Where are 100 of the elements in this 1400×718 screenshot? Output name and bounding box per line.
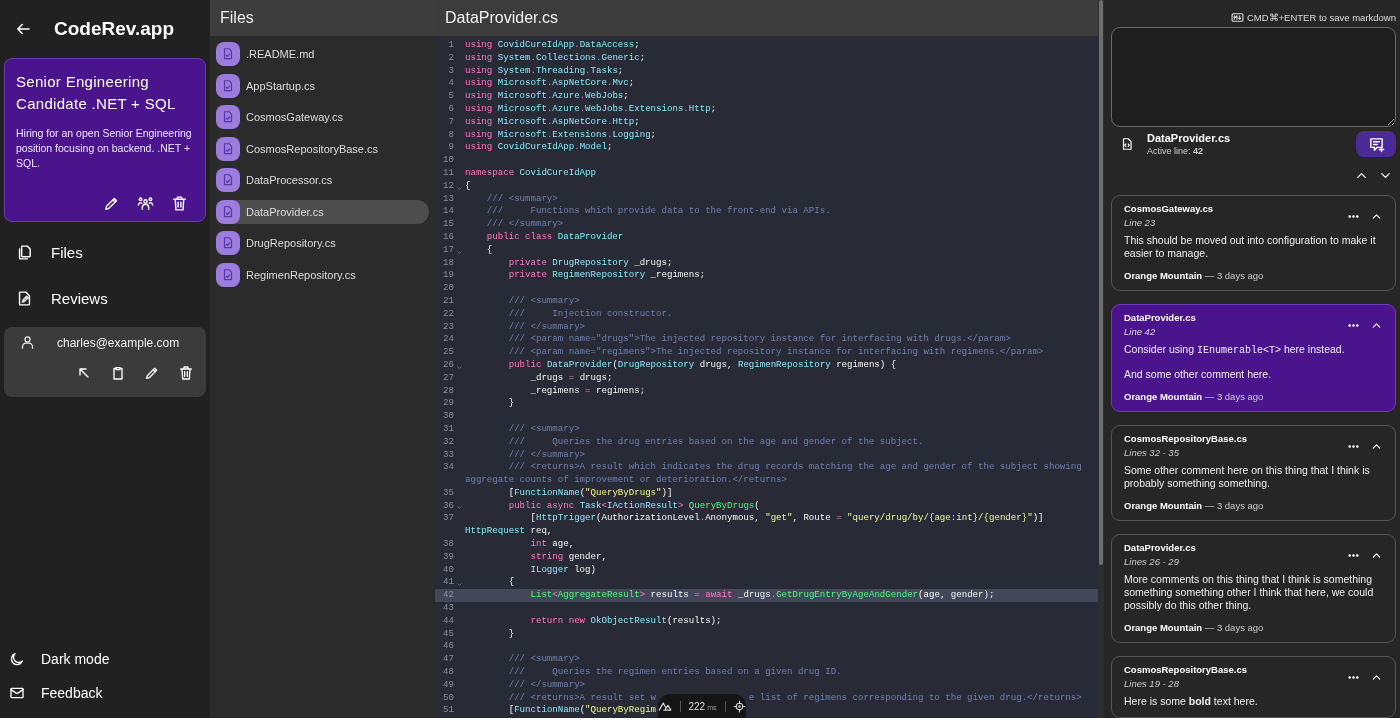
code-line: using CovidCureIdApp.Model; (465, 141, 613, 155)
document-check-icon (221, 267, 235, 282)
code-line: } (507, 397, 515, 411)
code-line: using CovidCureIdApp.DataAccess; (465, 39, 640, 52)
file-item[interactable]: RegimenRepository.cs (216, 262, 429, 287)
document-check-icon (221, 78, 235, 93)
line-number: 26 (442, 358, 454, 372)
project-description: Hiring for an open Senior Engineering position focusing on backend. .NET + SQL. (16, 126, 193, 171)
edit-button[interactable] (144, 365, 160, 381)
code-line: namespace CovidCureIdApp (465, 166, 596, 180)
code-line: /// <summary> (507, 653, 580, 667)
line-number: 38 (442, 538, 454, 551)
members-button[interactable] (137, 195, 154, 212)
line-number: 30 (442, 410, 454, 423)
code-line: [FunctionName("QueryByDrugs")] (507, 486, 673, 500)
line-number: 31 (442, 422, 454, 436)
edit-button[interactable] (103, 195, 120, 212)
line-number: 44 (442, 614, 454, 628)
file-item[interactable]: CosmosRepositoryBase.cs (216, 136, 429, 161)
shortcut-hint: CMD⌘+ENTER to save markdown (1246, 11, 1396, 23)
code-line: /// <summary> (507, 422, 580, 436)
scrollbar-thumb[interactable] (1099, 0, 1103, 565)
line-number: 37 (442, 512, 454, 526)
file-item[interactable]: DrugRepository.cs (216, 231, 429, 255)
comment-text: Consider using IEnumerable<T> here instead. (1124, 343, 1346, 357)
code-line: /// <summary> (485, 192, 558, 206)
comment-input[interactable] (1111, 26, 1396, 128)
comment-lines: Line 23 (1124, 217, 1157, 228)
comment-text: More comments on this thing that I think is something something something other I think that here, we could possibly do this other thing. (1124, 573, 1375, 612)
code-line: /// </summary> (507, 448, 586, 462)
nav-item[interactable]: Files (0, 229, 210, 275)
code-line: /// <param name="regimens">The injected repository instance for interfacing with regimens.</param> (507, 346, 1044, 359)
comment-file: CosmosGateway.cs (1124, 203, 1215, 214)
file-item[interactable]: DataProvider.cs (216, 199, 429, 224)
trash-icon (171, 195, 188, 212)
code-line: using System.Collections.Generic; (465, 51, 646, 65)
menu-item[interactable]: Dark mode (0, 642, 210, 676)
comment-card[interactable]: CosmosRepositoryBase.cs Lines 19 - 28 Here is some bold text here. (1111, 656, 1396, 718)
comment-card[interactable]: CosmosGateway.cs Line 23 This should be moved out into configuration to make it easier to manage. Orange Mountain — 3 days ago (1111, 195, 1396, 291)
code-line: /// <returns>A result set w e list of regimens corresponding to the given drug.</returns> (507, 691, 1082, 703)
line-number: 13 (442, 192, 454, 206)
line-number: 6 (447, 103, 454, 116)
code-line: /// Injection constructor. (507, 307, 673, 321)
crosshair-icon[interactable] (733, 699, 746, 713)
add-comment-button[interactable] (1356, 131, 1396, 158)
comment-author: Orange Mountain — 3 days ago (1124, 270, 1265, 281)
code-line: /// </summary> (507, 678, 586, 692)
line-number: 7 (447, 115, 454, 129)
copy-button[interactable] (110, 365, 126, 381)
file-name: DataProvider.cs (1147, 132, 1231, 145)
line-number: 47 (442, 653, 454, 667)
trash-icon (178, 365, 194, 381)
code-line: public class DataProvider (485, 230, 624, 244)
line-number: 49 (442, 678, 454, 692)
line-number: 22 (442, 307, 454, 321)
document-check-icon (221, 110, 235, 124)
line-number: 1 (447, 39, 454, 52)
comment-card[interactable]: DataProvider.cs Lines 26 - 29 More comments on this thing that I think is something something something other I think that here, we could possibly do this other thing. Orange Mountain — 3 days ago (1111, 534, 1396, 643)
mail-icon (9, 685, 25, 701)
code-line: [FunctionName("QueryByRegim (507, 704, 657, 718)
code-line: { (485, 243, 493, 257)
nav-item[interactable]: Reviews (0, 275, 210, 321)
line-number: 45 (442, 627, 454, 641)
code-line: } (507, 627, 515, 641)
line-number: 33 (442, 448, 454, 462)
code-line: _regimens = regimens; (529, 384, 646, 398)
line-number: 43 (442, 602, 454, 615)
code-line: { (465, 179, 471, 193)
comment-text: And some other comment here. (1124, 368, 1273, 381)
comment-author: Orange Mountain — 3 days ago (1124, 391, 1265, 402)
panel-title: Files (210, 0, 435, 36)
menu-item[interactable]: Feedback (0, 676, 210, 710)
code-line: using Microsoft.Azure.WebJobs.Extensions.Http; (465, 103, 717, 116)
pencil-icon (103, 195, 120, 212)
delete-button[interactable] (178, 365, 194, 381)
comment-card[interactable]: DataProvider.cs Line 42 Consider using IEnumerable<T> here instead. And some other comment here. Orange Mountain — 3 days ago (1111, 304, 1396, 412)
code-line: using Microsoft.Azure.WebJobs; (465, 90, 629, 103)
code-line: /// <param name="drugs">The injected repository instance for interfacing with drugs.</param> (507, 333, 1011, 347)
app-title: CodeRev.app (54, 18, 174, 40)
code-line: /// </summary> (485, 218, 564, 231)
code-line: /// Queries the regimen entries based on a given drug ID. (507, 666, 842, 679)
file-item[interactable]: AppStartup.cs (216, 73, 429, 98)
comment-file: CosmosRepositoryBase.cs (1124, 433, 1249, 444)
code-line: string gender, (529, 550, 607, 564)
file-item[interactable]: CosmosGateway.cs (216, 105, 429, 129)
file-code-icon (1120, 137, 1134, 152)
code-line: private RegimenRepository _regimens; (507, 269, 706, 283)
user-email: charles@example.com (57, 335, 180, 350)
file-item[interactable]: DataProcessor.cs (216, 168, 429, 192)
code-line: int age, (529, 538, 575, 551)
project-title: Senior Engineering Candidate .NET + SQL (16, 72, 177, 114)
comment-file: DataProvider.cs (1124, 542, 1197, 553)
comment-author: Orange Mountain — 3 days ago (1124, 622, 1265, 633)
file-item[interactable]: .README.md (216, 42, 429, 66)
comment-card[interactable]: CosmosRepositoryBase.cs Lines 32 - 35 Some other comment here on this thing that I think is probably something something. Orange Mountain — 3 days ago (1111, 425, 1396, 521)
comment-lines: Lines 32 - 35 (1124, 447, 1180, 458)
code-line: List<AggregateResult> results = await _drugs.GetDrugEntryByAgeAndGender(age, gender); (529, 589, 995, 603)
line-number: 8 (447, 128, 454, 142)
line-number: 14 (442, 205, 454, 219)
delete-button[interactable] (171, 195, 188, 212)
